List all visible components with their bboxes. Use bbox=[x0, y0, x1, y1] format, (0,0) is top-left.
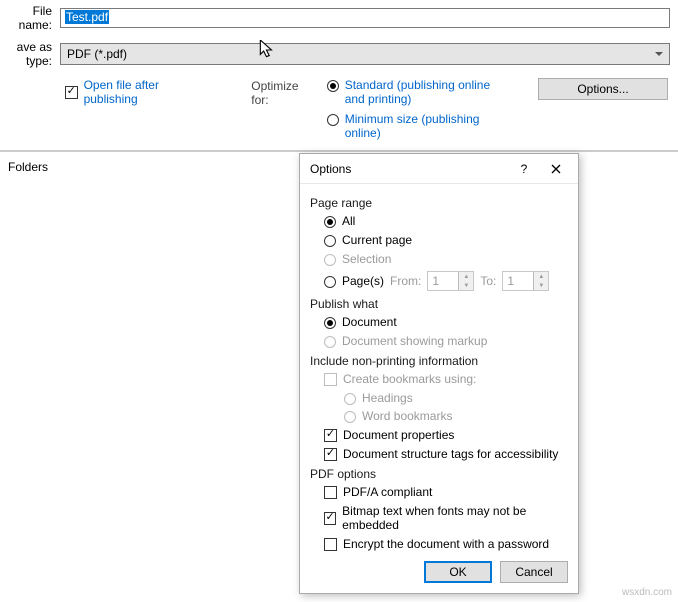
save-as-type-select[interactable]: PDF (*.pdf) bbox=[60, 43, 670, 65]
cancel-button[interactable]: Cancel bbox=[500, 561, 568, 583]
radio-icon bbox=[344, 393, 356, 405]
spinner-down-icon: ▼ bbox=[534, 281, 548, 290]
radio-icon bbox=[327, 80, 339, 92]
checkbox-icon bbox=[324, 448, 337, 461]
save-as-type-label: ave as type: bbox=[0, 40, 60, 68]
page-range-selection-radio: Selection bbox=[324, 252, 568, 266]
close-icon bbox=[551, 164, 561, 174]
options-dialog: Options ? Page range All Current page Se… bbox=[299, 153, 579, 594]
page-range-selection-label: Selection bbox=[342, 252, 391, 266]
watermark: wsxdn.com bbox=[622, 587, 672, 598]
page-range-current-radio[interactable]: Current page bbox=[324, 233, 568, 247]
optimize-minimum-label: Minimum size (publishing online) bbox=[345, 112, 498, 140]
radio-icon bbox=[324, 216, 336, 228]
nonprint-title: Include non-printing information bbox=[310, 354, 568, 368]
dialog-titlebar: Options ? bbox=[300, 154, 578, 184]
checkbox-icon bbox=[324, 512, 336, 525]
radio-icon bbox=[327, 114, 339, 126]
publish-what-title: Publish what bbox=[310, 297, 568, 311]
structure-tags-label: Document structure tags for accessibilit… bbox=[343, 447, 558, 461]
radio-icon bbox=[324, 235, 336, 247]
optimize-standard-radio[interactable]: Standard (publishing online and printing… bbox=[327, 78, 498, 106]
to-spinner: 1 ▲▼ bbox=[502, 271, 549, 291]
filename-input[interactable]: Test.pdf bbox=[60, 8, 670, 28]
publish-markup-label: Document showing markup bbox=[342, 334, 487, 348]
close-button[interactable] bbox=[540, 157, 572, 181]
spinner-up-icon: ▲ bbox=[534, 272, 548, 281]
pdf-options-title: PDF options bbox=[310, 467, 568, 481]
from-label: From: bbox=[390, 274, 421, 288]
radio-icon bbox=[324, 336, 336, 348]
doc-properties-label: Document properties bbox=[343, 428, 454, 442]
radio-icon bbox=[324, 276, 336, 288]
save-panel: File name: Test.pdf ave as type: PDF (*.… bbox=[0, 0, 678, 151]
checkbox-icon bbox=[324, 429, 337, 442]
create-bookmarks-checkbox: Create bookmarks using: bbox=[324, 372, 568, 386]
pdfa-label: PDF/A compliant bbox=[343, 485, 432, 499]
doc-properties-checkbox[interactable]: Document properties bbox=[324, 428, 568, 442]
from-spinner: 1 ▲▼ bbox=[427, 271, 474, 291]
bookmarks-headings-label: Headings bbox=[362, 391, 413, 405]
page-range-pages-label: Page(s) bbox=[342, 274, 384, 288]
checkbox-icon bbox=[324, 373, 337, 386]
to-label: To: bbox=[480, 274, 496, 288]
page-range-pages-radio[interactable]: Page(s) bbox=[324, 274, 384, 288]
create-bookmarks-label: Create bookmarks using: bbox=[343, 372, 476, 386]
publish-markup-radio: Document showing markup bbox=[324, 334, 568, 348]
spinner-down-icon: ▼ bbox=[459, 281, 473, 290]
checkbox-icon bbox=[324, 486, 337, 499]
publish-document-radio[interactable]: Document bbox=[324, 315, 568, 329]
radio-icon bbox=[324, 254, 336, 266]
optimize-standard-label: Standard (publishing online and printing… bbox=[345, 78, 498, 106]
open-after-publishing-checkbox[interactable]: Open file after publishing bbox=[65, 78, 211, 106]
filename-label: File name: bbox=[0, 4, 60, 32]
save-as-type-value: PDF (*.pdf) bbox=[67, 47, 127, 61]
checkbox-icon bbox=[65, 86, 78, 99]
dialog-title: Options bbox=[310, 162, 351, 176]
optimize-minimum-radio[interactable]: Minimum size (publishing online) bbox=[327, 112, 498, 140]
page-range-all-label: All bbox=[342, 214, 355, 228]
page-range-current-label: Current page bbox=[342, 233, 412, 247]
chevron-down-icon bbox=[655, 52, 663, 56]
bitmap-text-checkbox[interactable]: Bitmap text when fonts may not be embedd… bbox=[324, 504, 568, 532]
bitmap-text-label: Bitmap text when fonts may not be embedd… bbox=[342, 504, 568, 532]
page-range-title: Page range bbox=[310, 196, 568, 210]
open-after-publishing-label: Open file after publishing bbox=[84, 78, 212, 106]
encrypt-label: Encrypt the document with a password bbox=[343, 537, 549, 551]
bookmarks-word-radio: Word bookmarks bbox=[344, 409, 568, 423]
ok-button[interactable]: OK bbox=[424, 561, 492, 583]
help-icon: ? bbox=[521, 162, 528, 176]
spinner-up-icon: ▲ bbox=[459, 272, 473, 281]
encrypt-checkbox[interactable]: Encrypt the document with a password bbox=[324, 537, 568, 551]
radio-icon bbox=[324, 317, 336, 329]
checkbox-icon bbox=[324, 538, 337, 551]
publish-document-label: Document bbox=[342, 315, 397, 329]
radio-icon bbox=[344, 411, 356, 423]
page-range-all-radio[interactable]: All bbox=[324, 214, 568, 228]
bookmarks-headings-radio: Headings bbox=[344, 391, 568, 405]
optimize-for-label: Optimize for: bbox=[251, 78, 316, 107]
help-button[interactable]: ? bbox=[508, 157, 540, 181]
structure-tags-checkbox[interactable]: Document structure tags for accessibilit… bbox=[324, 447, 568, 461]
filename-value: Test.pdf bbox=[65, 10, 109, 24]
options-button[interactable]: Options... bbox=[538, 78, 668, 100]
pdfa-checkbox[interactable]: PDF/A compliant bbox=[324, 485, 568, 499]
bookmarks-word-label: Word bookmarks bbox=[362, 409, 452, 423]
